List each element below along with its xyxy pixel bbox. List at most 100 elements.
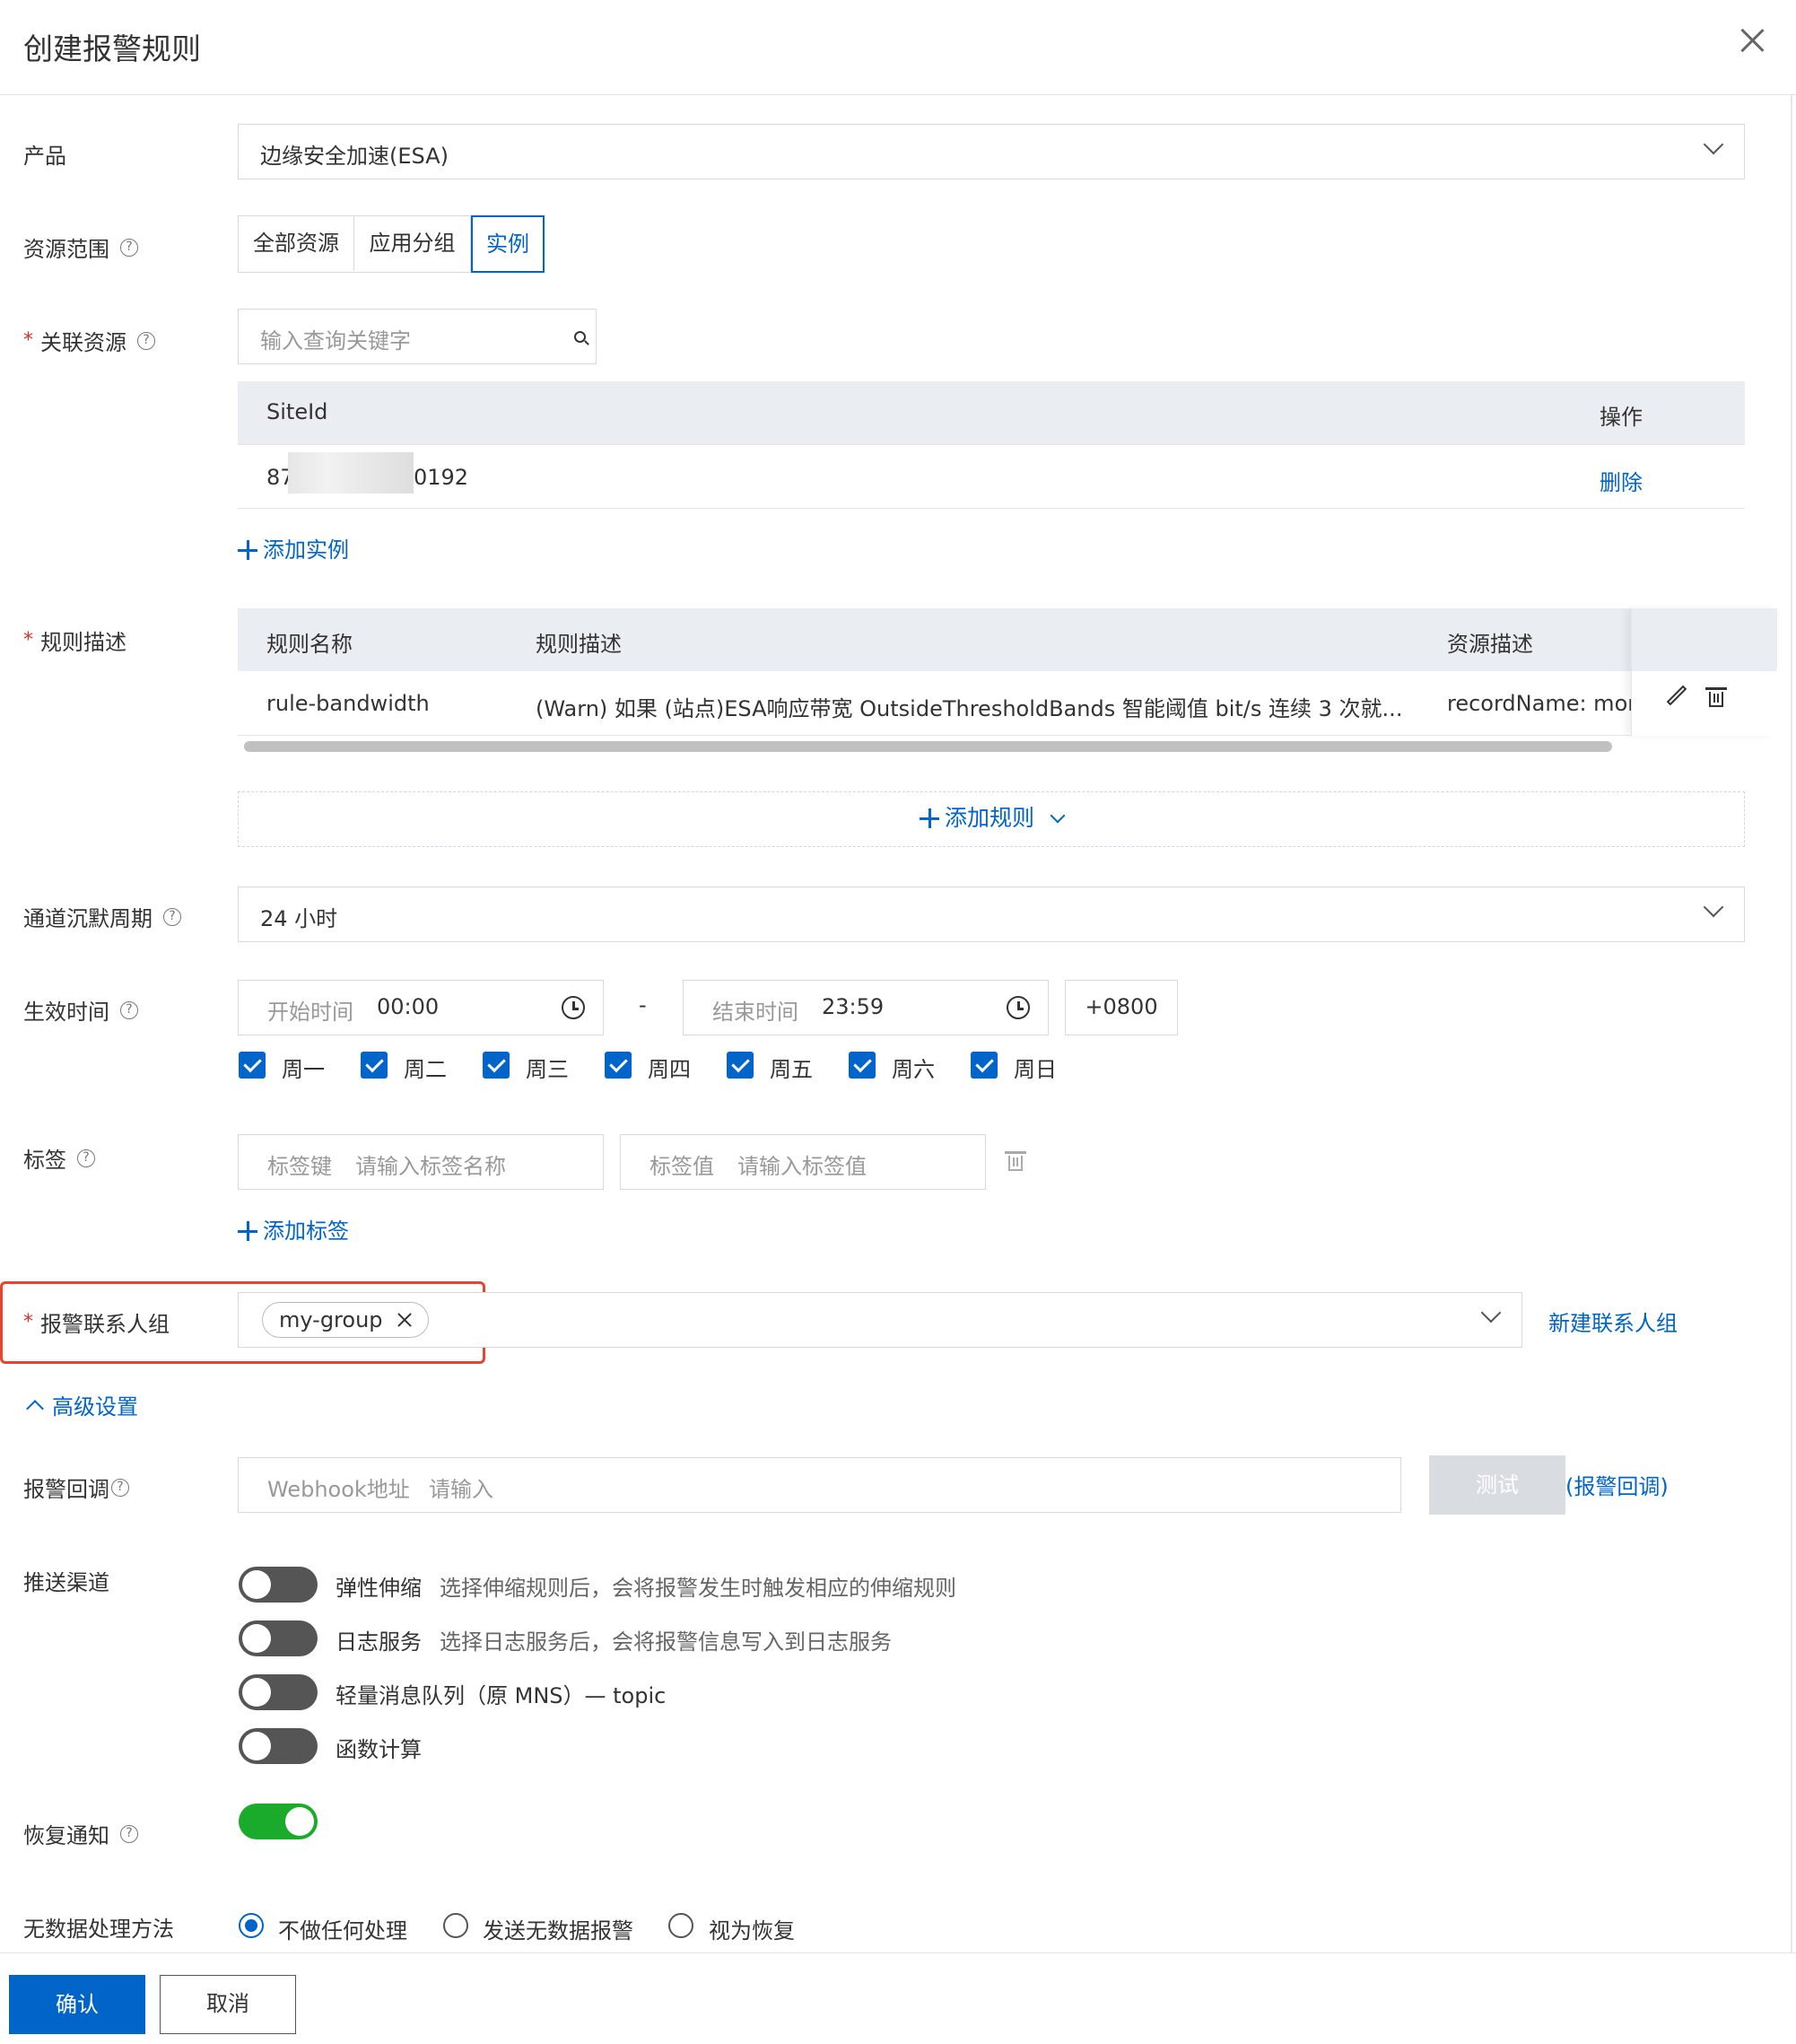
- scope-option-instance[interactable]: 实例: [471, 214, 545, 273]
- checkbox-thu[interactable]: [605, 1052, 632, 1079]
- scope-label: 资源范围?: [23, 231, 138, 263]
- scope-option-all[interactable]: 全部资源: [239, 216, 354, 271]
- radio-send-nodata-alert[interactable]: [443, 1913, 468, 1938]
- table-row: 87 0192 删除: [238, 444, 1745, 509]
- close-icon[interactable]: [397, 1313, 412, 1327]
- day-label: 周四: [648, 1057, 691, 1082]
- resource-search-input[interactable]: 输入查询关键字: [238, 309, 597, 364]
- scope-option-group[interactable]: 应用分组: [354, 216, 471, 271]
- tag-key-placeholder: 请输入标签名称: [355, 1154, 506, 1179]
- rule-name: rule-bandwidth: [266, 691, 430, 716]
- scope-segmented: 全部资源 应用分组 实例: [238, 214, 545, 273]
- resources-label: * 关联资源?: [23, 325, 155, 356]
- radio-treat-as-recovery[interactable]: [668, 1913, 693, 1938]
- nodata-label: 无数据处理方法: [23, 1917, 174, 1942]
- product-select[interactable]: 边缘安全加速(ESA): [238, 124, 1745, 179]
- tag-key-label: 标签键: [267, 1154, 332, 1179]
- rules-fixed-actions: [1631, 608, 1777, 736]
- toggle-recovery-notification[interactable]: [239, 1804, 318, 1839]
- end-time-label: 结束时间: [712, 1000, 798, 1025]
- dialog-footer: 确认 取消: [0, 1952, 1796, 2044]
- edit-icon[interactable]: [1666, 685, 1687, 707]
- channels-label: 推送渠道: [23, 1570, 109, 1595]
- add-instance-link[interactable]: 添加实例: [238, 532, 349, 563]
- checkbox-tue[interactable]: [361, 1052, 388, 1079]
- checkbox-fri[interactable]: [727, 1052, 754, 1079]
- checkbox-wed[interactable]: [483, 1052, 510, 1079]
- help-icon[interactable]: ?: [120, 1824, 138, 1843]
- day-label: 周三: [526, 1057, 569, 1082]
- cancel-button[interactable]: 取消: [160, 1975, 296, 2034]
- resource-desc: recordName: moni: [1447, 691, 1635, 716]
- chevron-down-icon: [1703, 896, 1724, 918]
- start-time-value: 00:00: [377, 994, 440, 1019]
- tag-value-placeholder: 请输入标签值: [737, 1154, 867, 1179]
- new-contact-group-link[interactable]: 新建联系人组: [1548, 1306, 1678, 1337]
- timezone-box[interactable]: +0800: [1065, 980, 1178, 1035]
- radio-label: 不做任何处理: [278, 1918, 407, 1944]
- callback-help-link[interactable]: (报警回调): [1565, 1469, 1669, 1500]
- rules-table-header: 规则名称 规则描述 资源描述: [238, 608, 1776, 671]
- end-time-picker[interactable]: 结束时间 23:59: [683, 980, 1049, 1035]
- col-rule-desc: 规则描述: [536, 632, 622, 657]
- col-resource-desc: 资源描述: [1447, 632, 1533, 657]
- rules-label: * 规则描述: [23, 629, 126, 655]
- channel-name: 轻量消息队列（原 MNS）— topic: [336, 1683, 667, 1708]
- start-time-picker[interactable]: 开始时间 00:00: [238, 980, 604, 1035]
- help-icon[interactable]: ?: [120, 1000, 138, 1019]
- delete-link[interactable]: 删除: [1600, 465, 1643, 496]
- resource-search-placeholder: 输入查询关键字: [260, 328, 411, 354]
- rule-desc: (Warn) 如果 (站点)ESA响应带宽 OutsideThresholdBa…: [536, 696, 1403, 721]
- table-row: rule-bandwidth (Warn) 如果 (站点)ESA响应带宽 Out…: [238, 671, 1776, 736]
- day-label: 周二: [404, 1057, 447, 1082]
- plus-icon: [238, 1221, 257, 1241]
- tag-key-input[interactable]: 标签键 请输入标签名称: [238, 1134, 604, 1190]
- test-button[interactable]: 测试: [1429, 1455, 1565, 1515]
- toggle-function-compute[interactable]: [239, 1728, 318, 1764]
- toggle-autoscaling[interactable]: [239, 1567, 318, 1603]
- callback-label: 报警回调?: [23, 1472, 129, 1503]
- delete-icon[interactable]: [1705, 687, 1727, 707]
- add-tag-link[interactable]: 添加标签: [238, 1213, 349, 1245]
- help-icon[interactable]: ?: [120, 238, 138, 257]
- col-rule-name: 规则名称: [266, 632, 353, 657]
- effective-label: 生效时间?: [23, 994, 138, 1026]
- tag-value-input[interactable]: 标签值 请输入标签值: [620, 1134, 986, 1190]
- dialog-title: 创建报警规则: [23, 31, 201, 66]
- help-icon[interactable]: ?: [137, 331, 155, 350]
- silence-value: 24 小时: [260, 906, 338, 931]
- silence-label: 通道沉默周期?: [23, 901, 181, 932]
- confirm-button[interactable]: 确认: [9, 1975, 145, 2034]
- silence-select[interactable]: 24 小时: [238, 887, 1745, 942]
- day-label: 周一: [282, 1057, 325, 1082]
- radio-label: 发送无数据报警: [483, 1918, 633, 1944]
- checkbox-sun[interactable]: [971, 1052, 998, 1079]
- search-icon[interactable]: [574, 331, 589, 345]
- day-label: 周六: [892, 1057, 935, 1082]
- horizontal-scrollbar[interactable]: [244, 741, 1612, 752]
- advanced-settings-toggle[interactable]: 高级设置: [23, 1389, 138, 1420]
- toggle-mns-topic[interactable]: [239, 1674, 318, 1710]
- webhook-input[interactable]: Webhook地址 请输入: [238, 1457, 1401, 1513]
- channel-name: 弹性伸缩: [336, 1576, 422, 1601]
- help-icon[interactable]: ?: [163, 907, 181, 926]
- dialog-right-border: [1791, 95, 1792, 1952]
- contact-group-select[interactable]: my-group: [238, 1292, 1522, 1348]
- channel-name: 日志服务: [336, 1629, 422, 1655]
- product-value: 边缘安全加速(ESA): [260, 144, 449, 169]
- channel-desc: 选择日志服务后，会将报警信息写入到日志服务: [440, 1629, 892, 1655]
- webhook-placeholder: 请输入: [429, 1477, 493, 1502]
- checkbox-mon[interactable]: [239, 1052, 266, 1079]
- help-icon[interactable]: ?: [111, 1478, 129, 1497]
- help-icon[interactable]: ?: [77, 1149, 95, 1167]
- delete-tag-icon[interactable]: [1005, 1151, 1026, 1171]
- plus-icon: [920, 808, 940, 828]
- radio-no-action[interactable]: [239, 1913, 264, 1938]
- tag-value-label: 标签值: [650, 1154, 714, 1179]
- close-icon[interactable]: [1739, 27, 1765, 54]
- checkbox-sat[interactable]: [849, 1052, 876, 1079]
- add-rule-button[interactable]: 添加规则: [238, 791, 1745, 847]
- col-action: 操作: [1600, 405, 1643, 430]
- toggle-log-service[interactable]: [239, 1620, 318, 1656]
- chevron-down-icon: [1703, 134, 1724, 155]
